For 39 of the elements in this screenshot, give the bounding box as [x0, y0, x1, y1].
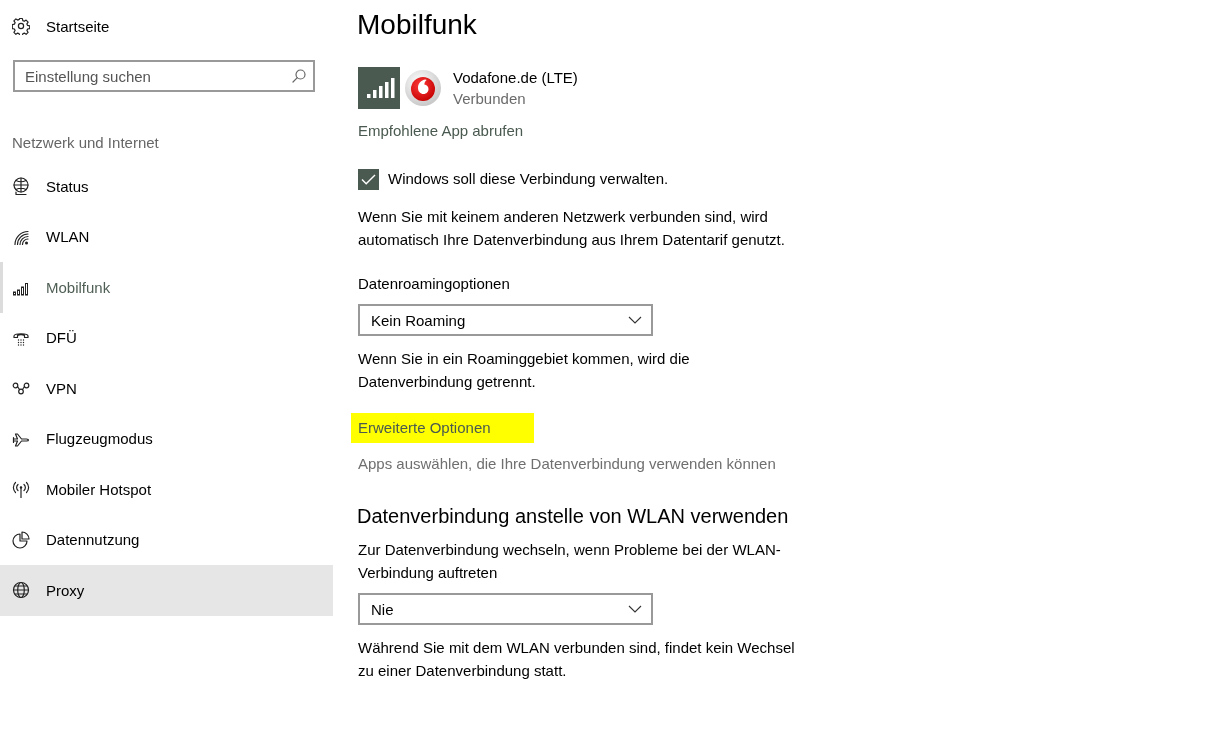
pie-chart-icon — [12, 530, 30, 549]
hint-text: Apps auswählen, die Ihre Datenverbindung verwenden können — [358, 454, 776, 474]
signal-bars-icon — [358, 66, 400, 109]
sidebar-item[interactable]: Flugzeugmodus — [0, 413, 333, 464]
checkbox-label: Windows soll diese Verbindung verwalten. — [388, 169, 669, 189]
advanced-options-link[interactable]: Erweiterte Optionen — [351, 413, 534, 443]
antenna-icon — [12, 480, 30, 499]
chevron-down-icon — [628, 605, 642, 613]
checkmark-icon — [361, 173, 376, 185]
sidebar-item[interactable]: Proxy — [0, 565, 333, 616]
description-text: Wenn Sie mit keinem anderen Netzwerk verbunden sind, wird automatisch Ihre Datenverbindung aus Ihrem Datentarif genutzt. — [358, 207, 786, 250]
section-heading: Datenverbindung anstelle von WLAN verwenden — [357, 504, 789, 529]
description-text: Wenn Sie in ein Roaminggebiet kommen, wird die Datenverbindung getrennt. — [358, 349, 691, 392]
sidebar-item[interactable]: Mobiler Hotspot — [0, 464, 333, 515]
home-link[interactable]: Startseite — [0, 0, 333, 52]
wlan-fallback-dropdown[interactable]: Nie — [358, 593, 653, 625]
sidebar-item[interactable]: DFÜ — [0, 312, 333, 363]
connection-status: Verbunden — [453, 89, 527, 109]
sidebar-item[interactable]: Status — [0, 161, 333, 212]
chevron-down-icon — [628, 316, 642, 324]
search-icon — [292, 69, 306, 83]
network-name: Vodafone.de (LTE) — [453, 68, 578, 88]
sidebar-item[interactable]: WLAN — [0, 211, 333, 262]
section-heading: Netzwerk und Internet — [12, 133, 159, 153]
recommended-app-link[interactable]: Empfohlene App abrufen — [358, 120, 524, 142]
roaming-dropdown[interactable]: Kein Roaming — [358, 304, 653, 336]
settings-icon — [12, 17, 30, 35]
description-text: Während Sie mit dem WLAN verbunden sind, findet kein Wechsel zu einer Datenverbindung statt. — [358, 638, 796, 681]
globe-icon — [12, 581, 30, 600]
sidebar-item[interactable]: VPN — [0, 363, 333, 414]
field-label: Datenroamingoptionen — [358, 274, 510, 294]
search-field[interactable]: Einstellung suchen — [13, 60, 315, 92]
sidebar-item[interactable]: Mobilfunk — [0, 262, 333, 313]
manage-checkbox[interactable] — [358, 168, 379, 190]
page-title: Mobilfunk — [357, 8, 477, 42]
sidebar-item[interactable]: Datennutzung — [0, 514, 333, 565]
globe-monitor-icon — [12, 177, 30, 196]
field-label: Zur Datenverbindung wechseln, wenn Probleme bei der WLAN-Verbindung auftreten — [358, 540, 782, 583]
operator-logo-icon — [405, 69, 441, 106]
